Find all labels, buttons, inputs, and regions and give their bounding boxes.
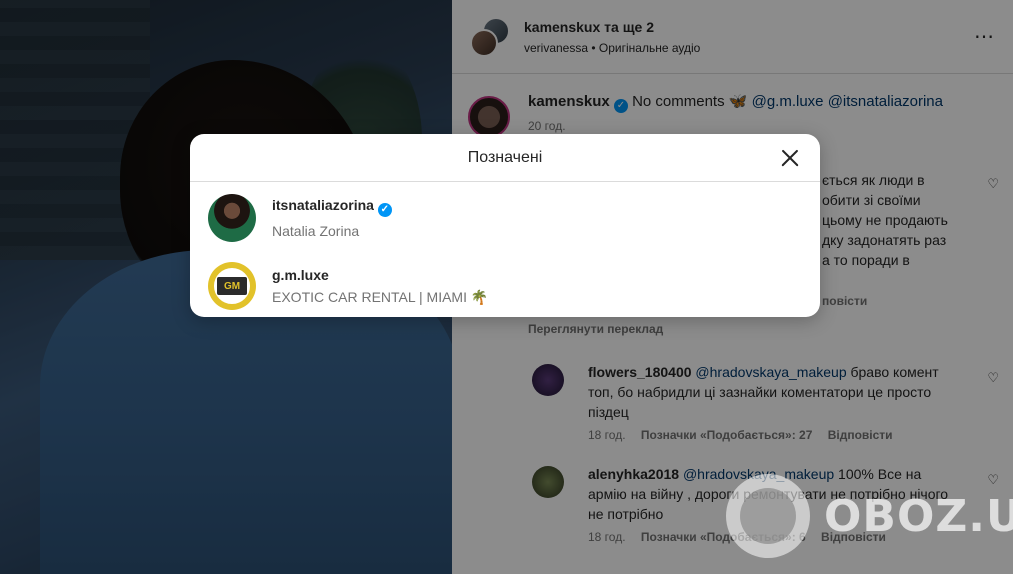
- comment-fragment-line: ється як люди в: [822, 172, 925, 188]
- header-audio[interactable]: verivanessa • Оригінальне аудіо: [524, 41, 700, 55]
- tagged-user-row[interactable]: GM g.m.luxe EXOTIC CAR RENTAL | MIAMI 🌴: [190, 252, 820, 317]
- caption: kamenskux ✓ No comments 🦋 @g.m.luxe @its…: [468, 92, 998, 138]
- reply-likes[interactable]: Позначки «Подобається»: 27: [641, 428, 812, 442]
- comment-fragment-reply[interactable]: повісти: [822, 294, 867, 308]
- caption-mentions[interactable]: @g.m.luxe @itsnataliazorina: [752, 93, 943, 110]
- reply-avatar[interactable]: [532, 466, 564, 498]
- reply-mention[interactable]: @hradovskaya_makeup: [695, 364, 846, 380]
- caption-text: No comments 🦋: [632, 93, 748, 110]
- caption-username[interactable]: kamenskux: [528, 93, 610, 110]
- modal-title: Позначені: [467, 149, 543, 166]
- watermark-text: OBOZ.UA: [824, 490, 1013, 542]
- watermark-globe-icon: [726, 474, 810, 558]
- comment-fragment-line: дку задонатять раз: [822, 232, 947, 248]
- reply-time: 18 год.: [588, 530, 626, 544]
- tagged-users-modal: Позначені itsnataliazorina ✓ Natalia Zor…: [190, 134, 820, 317]
- stacked-avatars[interactable]: [470, 16, 510, 57]
- reply-username[interactable]: flowers_180400: [588, 364, 692, 380]
- translate-link[interactable]: Переглянути переклад: [528, 322, 663, 336]
- more-options-icon[interactable]: ⋯: [974, 24, 995, 49]
- reply-avatar[interactable]: [532, 364, 564, 396]
- reply-time: 18 год.: [588, 428, 626, 442]
- caption-avatar[interactable]: [468, 96, 510, 138]
- gm-logo-icon: GM: [217, 277, 247, 295]
- like-heart-icon[interactable]: ♡: [987, 176, 999, 192]
- tagged-username[interactable]: g.m.luxe: [272, 267, 329, 283]
- header-username[interactable]: kamenskux: [524, 19, 600, 35]
- tagged-username[interactable]: itsnataliazorina: [272, 197, 374, 213]
- reply-username[interactable]: alenyhka2018: [588, 466, 679, 482]
- post-header: kamenskux та ще 2 verivanessa • Оригінал…: [452, 0, 1013, 74]
- tagged-user-avatar[interactable]: [208, 194, 256, 242]
- modal-header: Позначені: [190, 134, 820, 182]
- reply-button[interactable]: Відповісти: [828, 428, 893, 442]
- like-heart-icon[interactable]: ♡: [987, 370, 999, 386]
- comment-fragment-line: цьому не продають: [822, 212, 948, 228]
- comment-fragment: ється як люди в обити зі своїми цьому не…: [822, 170, 992, 308]
- tagged-fullname: Natalia Zorina: [272, 223, 360, 239]
- comment-fragment-line: а то поради в: [822, 252, 910, 268]
- tagged-user-avatar[interactable]: GM: [208, 262, 256, 310]
- tagged-user-row[interactable]: itsnataliazorina ✓ Natalia Zorina: [190, 184, 820, 252]
- close-icon[interactable]: [778, 146, 802, 170]
- watermark: OBOZ.UA: [726, 474, 1013, 558]
- verified-badge-icon: ✓: [613, 99, 628, 113]
- tagged-fullname: EXOTIC CAR RENTAL | MIAMI 🌴: [272, 288, 489, 305]
- header-more-users[interactable]: та ще 2: [604, 19, 654, 35]
- verified-badge-icon: ✓: [377, 203, 392, 217]
- reply-item: flowers_180400 @hradovskaya_makeup браво…: [532, 362, 962, 442]
- caption-time: 20 год.: [528, 119, 566, 133]
- comment-fragment-line: обити зі своїми: [822, 192, 921, 208]
